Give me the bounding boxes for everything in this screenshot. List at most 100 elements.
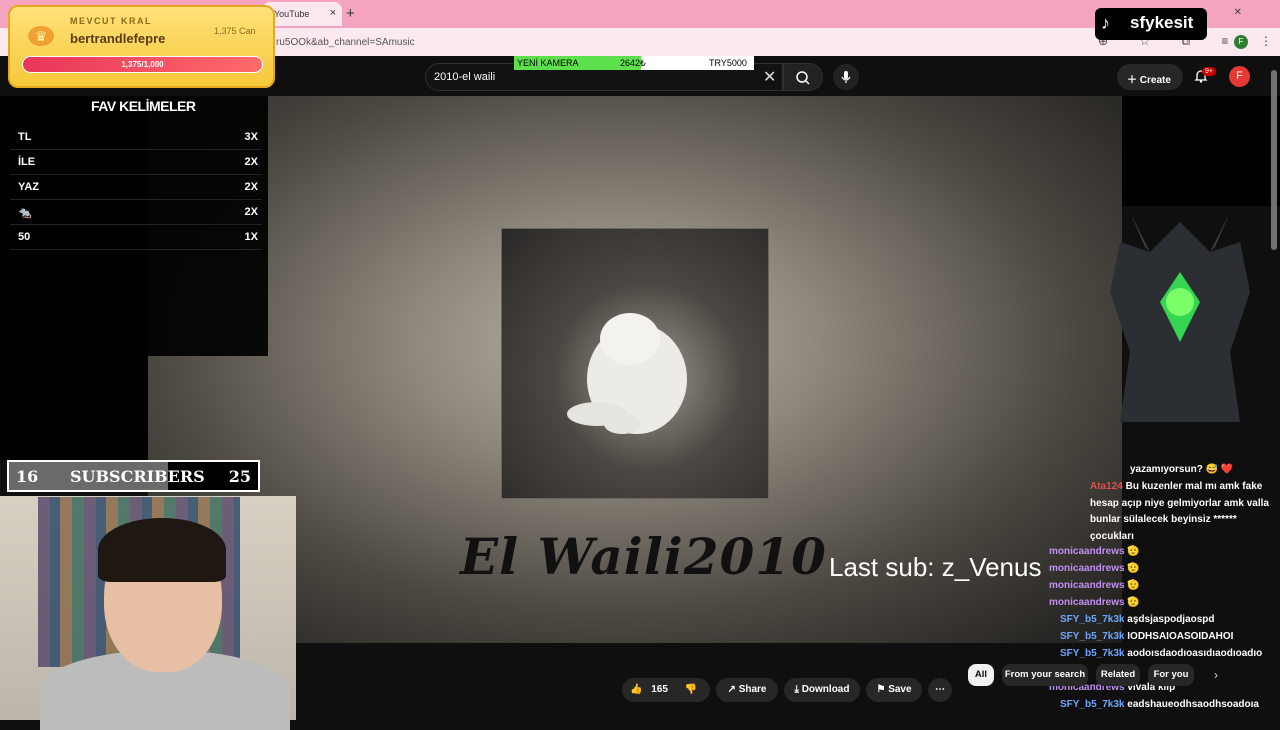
bookmark-icon: ⚑ (876, 684, 889, 695)
tab-close-icon[interactable]: × (330, 7, 336, 19)
last-subscriber-overlay: Last sub: z_Venus (829, 552, 1042, 582)
chip-for-you[interactable]: For you (1148, 664, 1194, 686)
chat-message: SFY_b5_7k3k IODHSAIOASOIDAHOI (1060, 629, 1233, 646)
thumbs-up-icon[interactable]: 👍 (630, 684, 642, 695)
browser-menu-icon[interactable]: ⋮ (1260, 34, 1272, 48)
right-dark-panel (1122, 96, 1280, 206)
page-scrollbar[interactable] (1271, 70, 1277, 250)
chat-text: eadshaueodhsaodhsoadoıa (1127, 699, 1259, 710)
subscribers-goal: 25 (228, 467, 251, 486)
king-progress-bar: 1,375/1,000 (22, 56, 263, 73)
create-button[interactable]: ＋ Create (1117, 64, 1183, 90)
chat-username: SFY_b5_7k3k (1060, 614, 1125, 625)
download-label: Download (801, 684, 850, 695)
subscribers-goal-bar: 16 SUBSCRIBERS 25 (7, 460, 260, 492)
chat-username: monicaandrews (1049, 580, 1125, 591)
fav-count: 2X (244, 181, 258, 193)
chat-message: monicaandrews 🫡 (1049, 595, 1140, 612)
fav-word: 🐀 (18, 207, 32, 219)
fav-count: 3X (244, 131, 258, 143)
like-count: 165 (651, 684, 668, 695)
chat-text: aodoısdaodıoasıdıaodıoadıo (1127, 648, 1263, 659)
fav-words-title: FAV KELİMELER (91, 98, 196, 114)
search-icon (796, 71, 810, 85)
fav-word: İLE (18, 156, 36, 168)
chip-related[interactable]: Related (1096, 664, 1140, 686)
chat-text: aşdsjaspodjaospd (1127, 614, 1215, 625)
share-label: Share (738, 684, 767, 695)
chat-message: monicaandrews 🫡 (1049, 544, 1140, 561)
chevron-right-icon[interactable]: › (1214, 668, 1218, 682)
camera-goal-bar: YENİ KAMERA 2642₺ TRY5000 (514, 56, 754, 70)
clear-search-icon[interactable]: ✕ (763, 67, 776, 87)
create-label: Create (1139, 75, 1171, 86)
more-icon: ⋯ (935, 684, 945, 695)
goal-target: TRY5000 (709, 58, 747, 68)
share-button[interactable]: ↗ Share (716, 678, 778, 702)
chat-text: 🫡 (1127, 546, 1140, 557)
search-button[interactable] (783, 63, 823, 91)
crown-icon: ♛ (28, 26, 54, 46)
chat-username: monicaandrews (1049, 597, 1125, 608)
fav-word-row: 🐀 2X (10, 200, 262, 225)
chat-text: yazamıyorsun? 😅 ❤️ (1130, 464, 1234, 475)
thumbs-down-icon[interactable]: 👎 (685, 684, 697, 695)
fav-word-row: 50 1X (10, 225, 262, 250)
chat-username: monicaandrews (1049, 563, 1125, 574)
chat-username: Ata124 (1090, 481, 1123, 492)
video-title-overlay: El Waili2010 (460, 527, 827, 586)
chat-message: SFY_b5_7k3k aodoısdaodıoasıdıaodıoadıo (1060, 646, 1262, 663)
chat-text: 🫡 (1127, 580, 1140, 591)
king-coins: 1,375 Can (214, 26, 256, 36)
chat-message: yazamıyorsun? 😅 ❤️ (1130, 462, 1280, 479)
mic-icon (841, 71, 851, 83)
fav-count: 2X (244, 206, 258, 218)
webcam-person-hair (98, 518, 226, 582)
tiktok-username: sfykesit (1130, 13, 1194, 32)
fav-word-row: TL 3X (10, 125, 262, 150)
fav-word-row: YAZ 2X (10, 175, 262, 200)
chip-from-your-search[interactable]: From your search (1002, 664, 1088, 686)
browser-profile-avatar[interactable]: F (1234, 35, 1248, 49)
chat-message: SFY_b5_7k3k aşdsjaspodjaospd (1060, 612, 1215, 629)
share-icon: ↗ (727, 684, 739, 695)
account-avatar[interactable]: F (1229, 66, 1250, 87)
subscribers-label: SUBSCRIBERS (70, 467, 205, 486)
new-tab-button[interactable]: + (346, 5, 355, 22)
chat-text: IODHSAIOASOIDAHOI (1127, 631, 1234, 642)
tab-title: YouTube (274, 9, 310, 19)
goal-label: YENİ KAMERA (517, 58, 579, 68)
cat-illustration (567, 313, 687, 434)
video-cat-image (501, 228, 769, 499)
chat-username: SFY_b5_7k3k (1060, 648, 1125, 659)
url-text[interactable]: ru5OOk&ab_channel=SAmusic (276, 37, 415, 48)
chat-username: SFY_b5_7k3k (1060, 631, 1125, 642)
notification-badge: 9+ (1202, 67, 1216, 76)
left-dark-area (0, 356, 148, 460)
plus-icon: ＋ (1127, 75, 1140, 86)
creature-illustration (1110, 212, 1250, 422)
save-button[interactable]: ⚑ Save (866, 678, 922, 702)
chat-text: 🫡 (1127, 563, 1140, 574)
fav-word: 50 (18, 231, 31, 243)
like-dislike-group[interactable]: 👍 165 👎 (622, 678, 710, 702)
king-name: bertrandlefepre (70, 31, 166, 46)
chat-message: SFY_b5_7k3k eadshaueodhsaodhsoadoıa (1060, 697, 1259, 714)
voice-search-button[interactable] (833, 64, 859, 90)
fav-word: YAZ (18, 181, 39, 193)
armored-creature-overlay (1090, 212, 1270, 448)
download-button[interactable]: ⤓ Download (784, 678, 860, 702)
chip-all[interactable]: All (968, 664, 994, 686)
fav-word: TL (18, 131, 32, 143)
chat-message: monicaandrews 🫡 (1049, 561, 1140, 578)
king-label: MEVCUT KRAL (70, 16, 152, 26)
tiktok-icon: ♪ (1101, 13, 1110, 33)
subscribers-current: 16 (16, 467, 39, 486)
chat-username: monicaandrews (1049, 546, 1125, 557)
fav-word-row: İLE 2X (10, 150, 262, 175)
chat-text: 🫡 (1127, 597, 1140, 608)
fav-count: 2X (244, 156, 258, 168)
fav-count: 1X (244, 231, 258, 243)
search-input[interactable]: 2010-el waili (434, 71, 495, 83)
more-actions-button[interactable]: ⋯ (928, 678, 952, 702)
